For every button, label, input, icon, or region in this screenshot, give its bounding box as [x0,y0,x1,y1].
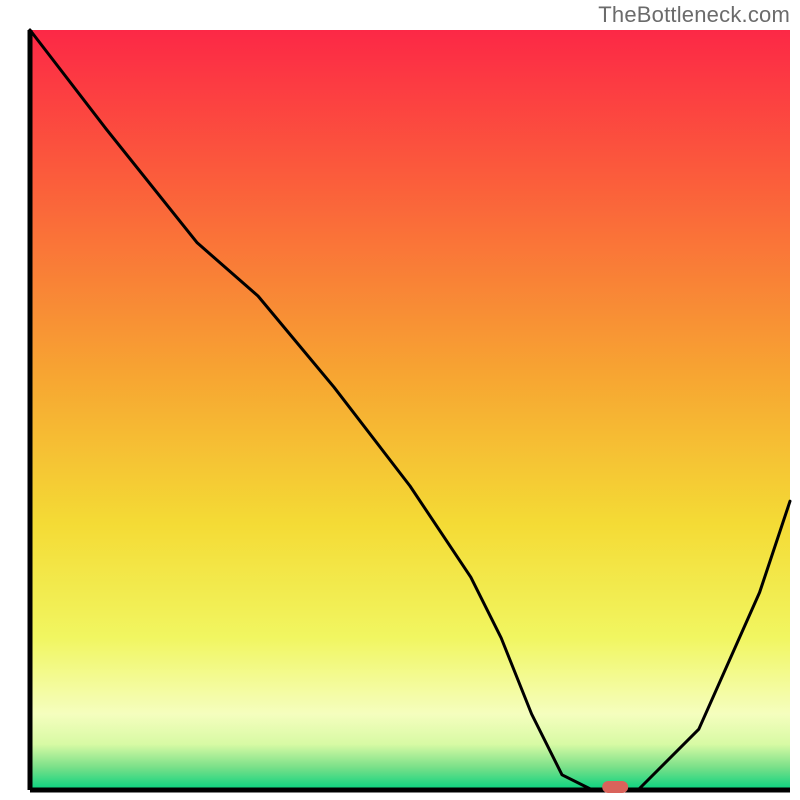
marker-pill [602,781,628,793]
plot-background [30,30,790,790]
bottleneck-chart [0,0,800,800]
chart-container: TheBottleneck.com [0,0,800,800]
